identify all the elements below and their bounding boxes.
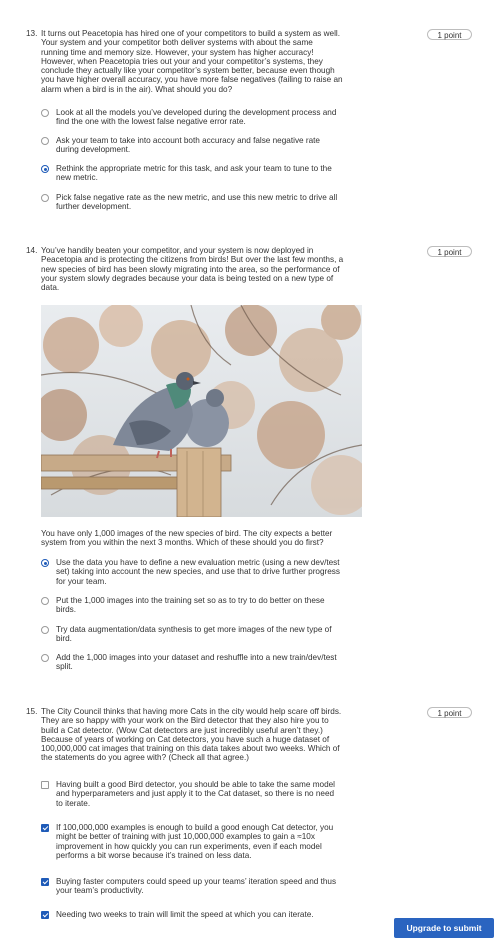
option-line: Look at all the models you’ve developed … [56,108,337,117]
option-label: If 100,000,000 examples is enough to bui… [56,823,396,860]
option-line: If 100,000,000 examples is enough to bui… [56,823,334,832]
question-line: The City Council thinks that having more… [41,707,342,716]
radio-button[interactable] [41,597,49,605]
option-line: Try data augmentation/data synthesis to … [56,625,332,634]
option-label: Use the data you have to define a new ev… [56,558,396,586]
question-line: your system slowly degrades because your… [41,273,334,283]
option-line: further development. [56,202,132,212]
question-line: You’ve handily beaten your competitor, a… [41,246,314,255]
option-line: Rethink the appropriate metric for this … [56,164,332,173]
option-line: Buying faster computers could speed up y… [56,877,337,886]
radio-button[interactable] [41,109,49,117]
radio-button[interactable] [41,194,49,202]
option-line: your team’s productivity. [56,886,144,896]
checkbox-checked[interactable] [41,824,49,832]
followup-line: system from you within the next 3 months… [41,538,324,548]
option-label: Add the 1,000 images into your dataset a… [56,653,396,672]
question-line: However, when Peacetopia tries out your … [41,56,323,66]
option-label: Pick false negative rate as the new metr… [56,193,396,212]
option-line: Ask your team to take into account both … [56,136,320,145]
option-label: Buying faster computers could speed up y… [56,877,396,896]
option-label: Needing two weeks to train will limit th… [56,910,396,919]
points-badge: 1 point [427,29,472,40]
points-badge: 1 point [427,707,472,718]
option-line: set) taking into account the new species… [56,567,340,577]
checkbox-checked[interactable] [41,911,49,919]
option-line: bird. [56,634,72,644]
question-line: 100,000,000 cat images that training on … [41,744,340,754]
option-line: for your team. [56,576,107,586]
option-line: Having built a good Bird detector, you s… [56,780,336,789]
question-text: You’ve handily beaten your competitor, a… [41,246,391,292]
option-label: Look at all the models you’ve developed … [56,108,396,127]
option-label: Try data augmentation/data synthesis to … [56,625,396,644]
option-line: new metric. [56,173,98,183]
question-line: Your system and your competitor both del… [41,38,313,48]
option-line: to iterate. [56,798,91,808]
question-line: They are so happy with your work on the … [41,716,329,726]
question-number: 14. [26,246,38,255]
option-line: Put the 1,000 images into the training s… [56,596,325,605]
pigeon-image [41,305,362,517]
question-line: new species of bird has been slowly migr… [41,264,340,274]
option-line: improvement in how quickly you can run e… [56,841,322,851]
question-number: 13. [26,29,38,38]
option-line: and hyperparameters and just apply it to… [56,789,335,799]
option-label: Having built a good Bird detector, you s… [56,780,396,808]
points-badge: 1 point [427,246,472,257]
checkbox[interactable] [41,781,49,789]
question-line: the statements do you agree with? (Check… [41,753,249,763]
question-number: 15. [26,707,38,716]
question-line: conclude they actually like your competi… [41,66,335,76]
question-line: Peacetopia and is protecting the citizen… [41,255,344,265]
radio-button[interactable] [41,137,49,145]
option-line: Add the 1,000 images into your dataset a… [56,653,337,662]
question-line: build a Cat detector. (Wow Cat detectors… [41,725,323,735]
option-line: find the one with the lowest false negat… [56,117,246,127]
option-line: might be better of training with just 10… [56,832,315,842]
option-label: Ask your team to take into account both … [56,136,396,155]
question-line: running time and memory size. However, y… [41,47,314,57]
option-line: split. [56,662,73,672]
question-text: The City Council thinks that having more… [41,707,391,763]
option-line: Needing two weeks to train will limit th… [56,910,314,919]
question-line: you have higher overall accuracy, you ha… [41,75,343,85]
option-line: Pick false negative rate as the new metr… [56,193,338,202]
radio-button[interactable] [41,626,49,634]
question-followup: You have only 1,000 images of the new sp… [41,529,391,548]
followup-line: You have only 1,000 images of the new sp… [41,529,333,538]
question-text: It turns out Peacetopia has hired one of… [41,29,391,94]
option-label: Rethink the appropriate metric for this … [56,164,396,183]
option-line: birds. [56,605,77,615]
option-label: Put the 1,000 images into the training s… [56,596,396,615]
pigeon-photo [41,305,362,517]
checkbox-checked[interactable] [41,878,49,886]
option-line: performs a bit worse because it’s traine… [56,850,252,860]
question-line: data. [41,283,60,293]
radio-button[interactable] [41,654,49,662]
option-line: Use the data you have to define a new ev… [56,558,340,567]
question-line: It turns out Peacetopia has hired one of… [41,29,340,38]
radio-button-selected[interactable] [41,559,49,567]
radio-button-selected[interactable] [41,165,49,173]
question-line: Because of years of working on Cat detec… [41,734,330,744]
upgrade-to-submit-button[interactable]: Upgrade to submit [394,918,494,938]
question-line: alarm when a bird is in the air). What s… [41,84,233,94]
option-line: during development. [56,145,131,155]
